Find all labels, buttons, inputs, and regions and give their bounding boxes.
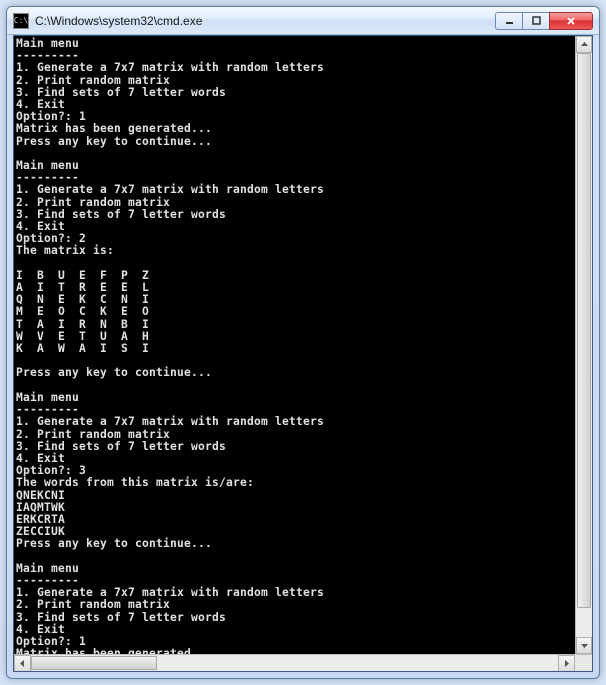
scrollbar-corner <box>575 655 592 672</box>
scroll-right-button[interactable] <box>558 655 575 672</box>
scroll-down-button[interactable] <box>576 637 592 654</box>
cmd-window: C:\ C:\Windows\system32\cmd.exe Main men… <box>6 6 600 679</box>
chevron-up-icon <box>581 42 588 47</box>
maximize-button[interactable] <box>522 12 550 30</box>
window-title: C:\Windows\system32\cmd.exe <box>35 14 496 28</box>
vertical-scroll-track[interactable] <box>576 53 592 637</box>
chevron-down-icon <box>581 643 588 648</box>
maximize-icon <box>532 16 541 25</box>
window-controls <box>496 12 593 30</box>
scroll-left-button[interactable] <box>14 655 31 672</box>
minimize-button[interactable] <box>495 12 523 30</box>
close-button[interactable] <box>549 12 593 30</box>
console-client-area: Main menu --------- 1. Generate a 7x7 ma… <box>13 35 593 672</box>
horizontal-scroll-thumb[interactable] <box>31 656 157 670</box>
console-output[interactable]: Main menu --------- 1. Generate a 7x7 ma… <box>14 36 575 654</box>
chevron-left-icon <box>20 660 25 667</box>
vertical-scrollbar[interactable] <box>575 36 592 654</box>
horizontal-scrollbar[interactable] <box>14 654 592 671</box>
console-body: Main menu --------- 1. Generate a 7x7 ma… <box>14 36 592 654</box>
chevron-right-icon <box>564 660 569 667</box>
titlebar[interactable]: C:\ C:\Windows\system32\cmd.exe <box>7 7 599 35</box>
minimize-icon <box>505 16 514 25</box>
close-icon <box>566 16 576 26</box>
scroll-up-button[interactable] <box>576 36 592 53</box>
cmd-icon: C:\ <box>13 13 29 29</box>
vertical-scroll-thumb[interactable] <box>577 53 591 608</box>
horizontal-scroll-track[interactable] <box>31 655 558 671</box>
